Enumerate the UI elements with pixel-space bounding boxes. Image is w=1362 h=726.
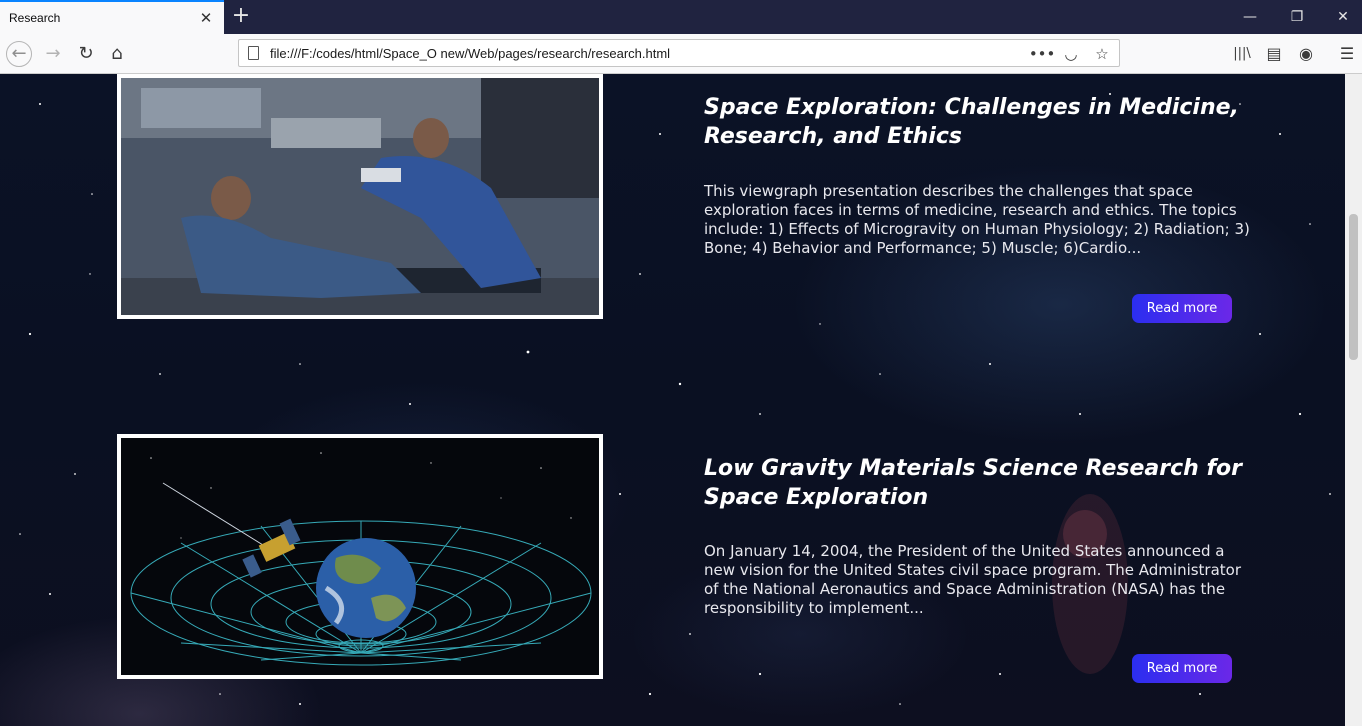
read-more-button[interactable]: Read more <box>1132 654 1232 683</box>
page-actions-icon[interactable]: ••• <box>1029 43 1056 65</box>
minimize-icon[interactable]: — <box>1239 6 1261 28</box>
vertical-scrollbar[interactable] <box>1345 74 1362 726</box>
article-image-medicine <box>117 74 603 319</box>
page-info-icon[interactable] <box>248 46 259 60</box>
sidebar-icon[interactable]: ▤ <box>1262 42 1286 66</box>
article-image-low-gravity <box>117 434 603 679</box>
restore-icon[interactable]: ❐ <box>1286 6 1308 28</box>
tab-close-icon[interactable]: ✕ <box>198 10 214 26</box>
url-text[interactable]: file:///F:/codes/html/Space_O new/Web/pa… <box>270 46 670 61</box>
address-bar[interactable]: file:///F:/codes/html/Space_O new/Web/pa… <box>238 39 1120 67</box>
window-close-icon[interactable]: ✕ <box>1332 6 1354 28</box>
bookmark-star-icon[interactable]: ☆ <box>1091 43 1113 65</box>
article-title[interactable]: Low Gravity Materials Science Research f… <box>704 454 1304 512</box>
tab-title: Research <box>9 11 61 25</box>
forward-icon[interactable]: → <box>40 41 66 67</box>
tab-bar: Research ✕ + — ❐ ✕ <box>0 0 1362 34</box>
library-icon[interactable]: |||\ <box>1230 42 1254 66</box>
browser-tab[interactable]: Research ✕ <box>0 0 224 34</box>
article-title[interactable]: Space Exploration: Challenges in Medicin… <box>704 93 1304 151</box>
back-icon[interactable]: ← <box>6 41 32 67</box>
article-description: On January 14, 2004, the President of th… <box>704 542 1242 617</box>
reload-icon[interactable]: ↻ <box>73 41 99 67</box>
home-icon[interactable]: ⌂ <box>104 41 130 67</box>
article-description: This viewgraph presentation describes th… <box>704 182 1250 257</box>
astronauts-photo <box>121 78 599 315</box>
gravity-well-illustration <box>121 438 599 675</box>
page-viewport: Space Exploration: Challenges in Medicin… <box>0 74 1345 726</box>
pocket-icon[interactable]: ◡ <box>1060 43 1082 65</box>
new-tab-icon[interactable]: + <box>230 5 252 27</box>
scrollbar-thumb[interactable] <box>1349 214 1358 360</box>
menu-icon[interactable]: ☰ <box>1335 42 1359 66</box>
navigation-toolbar: ← → ↻ ⌂ file:///F:/codes/html/Space_O ne… <box>0 34 1362 74</box>
url-actions: ••• ◡ ☆ <box>1025 43 1113 65</box>
read-more-button[interactable]: Read more <box>1132 294 1232 323</box>
account-icon[interactable]: ◉ <box>1294 42 1318 66</box>
